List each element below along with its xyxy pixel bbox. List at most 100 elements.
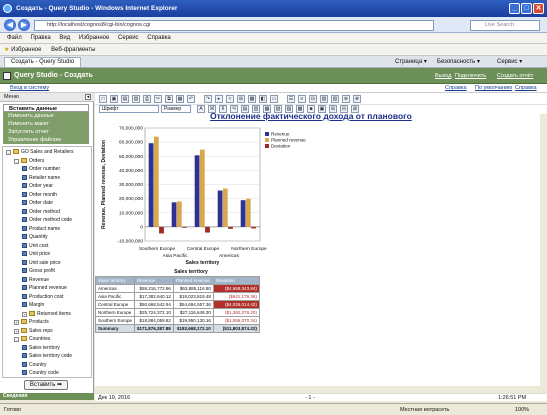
bar-chart[interactable]: 70,000,000 60,000,000 50,000,000 40,000,000…: [95, 122, 535, 272]
tree-item[interactable]: Planned revenue: [22, 284, 67, 292]
column-header[interactable]: Sales territory: [94, 276, 136, 285]
bar[interactable]: [205, 226, 210, 233]
tree-item[interactable]: Product name: [22, 225, 60, 233]
toolbar-icon[interactable]: ☰: [287, 95, 295, 103]
tree-item[interactable]: Order year: [22, 182, 53, 190]
live-search-input[interactable]: Live Search: [470, 20, 540, 31]
bar[interactable]: [217, 190, 223, 227]
tree-item[interactable]: Order number: [22, 165, 60, 173]
tree-folder[interactable]: + Returned items: [22, 310, 71, 318]
close-button[interactable]: ✕: [533, 3, 544, 14]
expand-icon[interactable]: +: [22, 311, 27, 317]
url-field[interactable]: http://localhost/cognos8/cgi-bin/cognos.…: [34, 20, 434, 31]
info-panel-header[interactable]: Сведения: [0, 393, 94, 400]
bar[interactable]: [240, 200, 246, 227]
format-icon[interactable]: A: [197, 105, 205, 113]
tree-item[interactable]: Unit price: [22, 250, 50, 258]
toolbar-icon[interactable]: ▩: [248, 95, 256, 103]
column-header[interactable]: Planned revenue: [172, 276, 214, 285]
menu-tools[interactable]: Сервис: [118, 35, 139, 41]
bar[interactable]: [159, 226, 164, 234]
expand-icon[interactable]: +: [14, 320, 19, 325]
sidemenu-edit-layout[interactable]: Изменить макет: [3, 120, 89, 128]
toolbar-icon[interactable]: ⊟: [309, 95, 317, 103]
toolbar-icon[interactable]: ↷: [204, 95, 212, 103]
tree-item[interactable]: Unit cost: [22, 242, 48, 250]
tree-folder[interactable]: - Orders: [14, 157, 44, 165]
bar[interactable]: [182, 226, 187, 228]
sidemenu-run-report[interactable]: Запустить отчет: [3, 128, 89, 136]
toolbar-icon[interactable]: ⊞: [237, 95, 245, 103]
bar[interactable]: [222, 188, 228, 227]
collapse-icon[interactable]: ◂: [85, 94, 91, 100]
tree-folder[interactable]: - GO Sales and Retailers: [6, 148, 74, 156]
toolbar-icon[interactable]: ≡: [298, 95, 306, 103]
back-button[interactable]: ◀: [4, 19, 16, 31]
forward-button[interactable]: ▶: [18, 19, 30, 31]
column-header[interactable]: Deviation: [212, 276, 260, 285]
webslice-link[interactable]: Веб-фрагменты: [51, 47, 95, 53]
bar[interactable]: [176, 201, 182, 227]
toolbar-icon[interactable]: ◧: [259, 95, 267, 103]
toolbar-icon[interactable]: ▿: [226, 95, 234, 103]
tree-item[interactable]: Retailer name: [22, 174, 60, 182]
column-header[interactable]: Revenue: [134, 276, 174, 285]
tree-item[interactable]: Unit sale price: [22, 259, 61, 267]
bar[interactable]: [245, 198, 251, 227]
tree-item[interactable]: Order date: [22, 199, 53, 207]
zoom-level[interactable]: 100%: [515, 404, 529, 415]
toolbar-icon[interactable]: ▭: [270, 95, 278, 103]
bar[interactable]: [199, 149, 205, 227]
tree-item[interactable]: Sales territory code: [22, 352, 72, 360]
tool-service[interactable]: Сервис ▾: [497, 56, 522, 68]
tree-item[interactable]: Country: [22, 361, 47, 369]
menu-view[interactable]: Вид: [59, 35, 70, 41]
tree-item[interactable]: Gross profit: [22, 267, 55, 275]
toolbar-icon[interactable]: ⊗: [353, 95, 361, 103]
toolbar-icon[interactable]: ▸: [215, 95, 223, 103]
default-link[interactable]: По умолчанию: [475, 84, 512, 93]
collapse-icon[interactable]: -: [6, 150, 11, 155]
menu-file[interactable]: Файл: [7, 35, 22, 41]
bar[interactable]: [171, 202, 177, 227]
tree-folder[interactable]: - Countries: [14, 335, 50, 343]
tree-item[interactable]: Order method: [22, 208, 60, 216]
toolbar-icon[interactable]: ▨: [320, 95, 328, 103]
toolbar-icon[interactable]: ▦: [176, 95, 184, 103]
toolbar-icon[interactable]: ⎙: [143, 95, 151, 103]
collapse-icon[interactable]: -: [14, 337, 19, 342]
tree-item[interactable]: Order method code: [22, 216, 72, 224]
font-select[interactable]: Шрифт: [99, 105, 159, 113]
toolbar-icon[interactable]: ▣: [110, 95, 118, 103]
bar[interactable]: [148, 143, 154, 227]
qs-link-connect[interactable]: Подключить: [455, 73, 486, 79]
tool-security[interactable]: Безопасность ▾: [437, 56, 480, 68]
menu-help[interactable]: Справка: [147, 35, 171, 41]
menu-edit[interactable]: Правка: [30, 35, 50, 41]
sidemenu-edit-data[interactable]: Изменить данные: [3, 112, 89, 120]
qs-link-exit[interactable]: Выход: [435, 73, 451, 79]
tree-item[interactable]: Revenue: [22, 276, 49, 284]
toolbar-icon[interactable]: ⧉: [165, 95, 173, 103]
bar[interactable]: [228, 226, 233, 229]
tab-active[interactable]: Создать - Query Studio: [4, 57, 82, 68]
tool-page[interactable]: Страница ▾: [395, 56, 427, 68]
tree-item[interactable]: Country code: [22, 369, 59, 377]
report-title[interactable]: Отклонение фактического дохода от планов…: [210, 111, 412, 121]
tree-item[interactable]: Order month: [22, 191, 57, 199]
star-icon[interactable]: ★: [4, 47, 9, 53]
tree-item[interactable]: Production cost: [22, 293, 63, 301]
help2-link[interactable]: Справка: [515, 84, 537, 93]
toolbar-icon[interactable]: ▤: [121, 95, 129, 103]
minimize-button[interactable]: _: [509, 3, 520, 14]
maximize-button[interactable]: □: [521, 3, 532, 14]
tree-folder[interactable]: + Sales reps: [14, 327, 53, 335]
toolbar-icon[interactable]: ↶: [187, 95, 195, 103]
toolbar-icon[interactable]: ▥: [331, 95, 339, 103]
toolbar-icon[interactable]: ▥: [132, 95, 140, 103]
size-select[interactable]: Размер: [161, 105, 191, 113]
favorites-label[interactable]: Избранное: [11, 47, 41, 53]
toolbar-icon[interactable]: □: [99, 95, 107, 103]
tree-folder[interactable]: + Products: [14, 318, 49, 326]
insert-button[interactable]: Вставить ➡: [24, 380, 68, 390]
